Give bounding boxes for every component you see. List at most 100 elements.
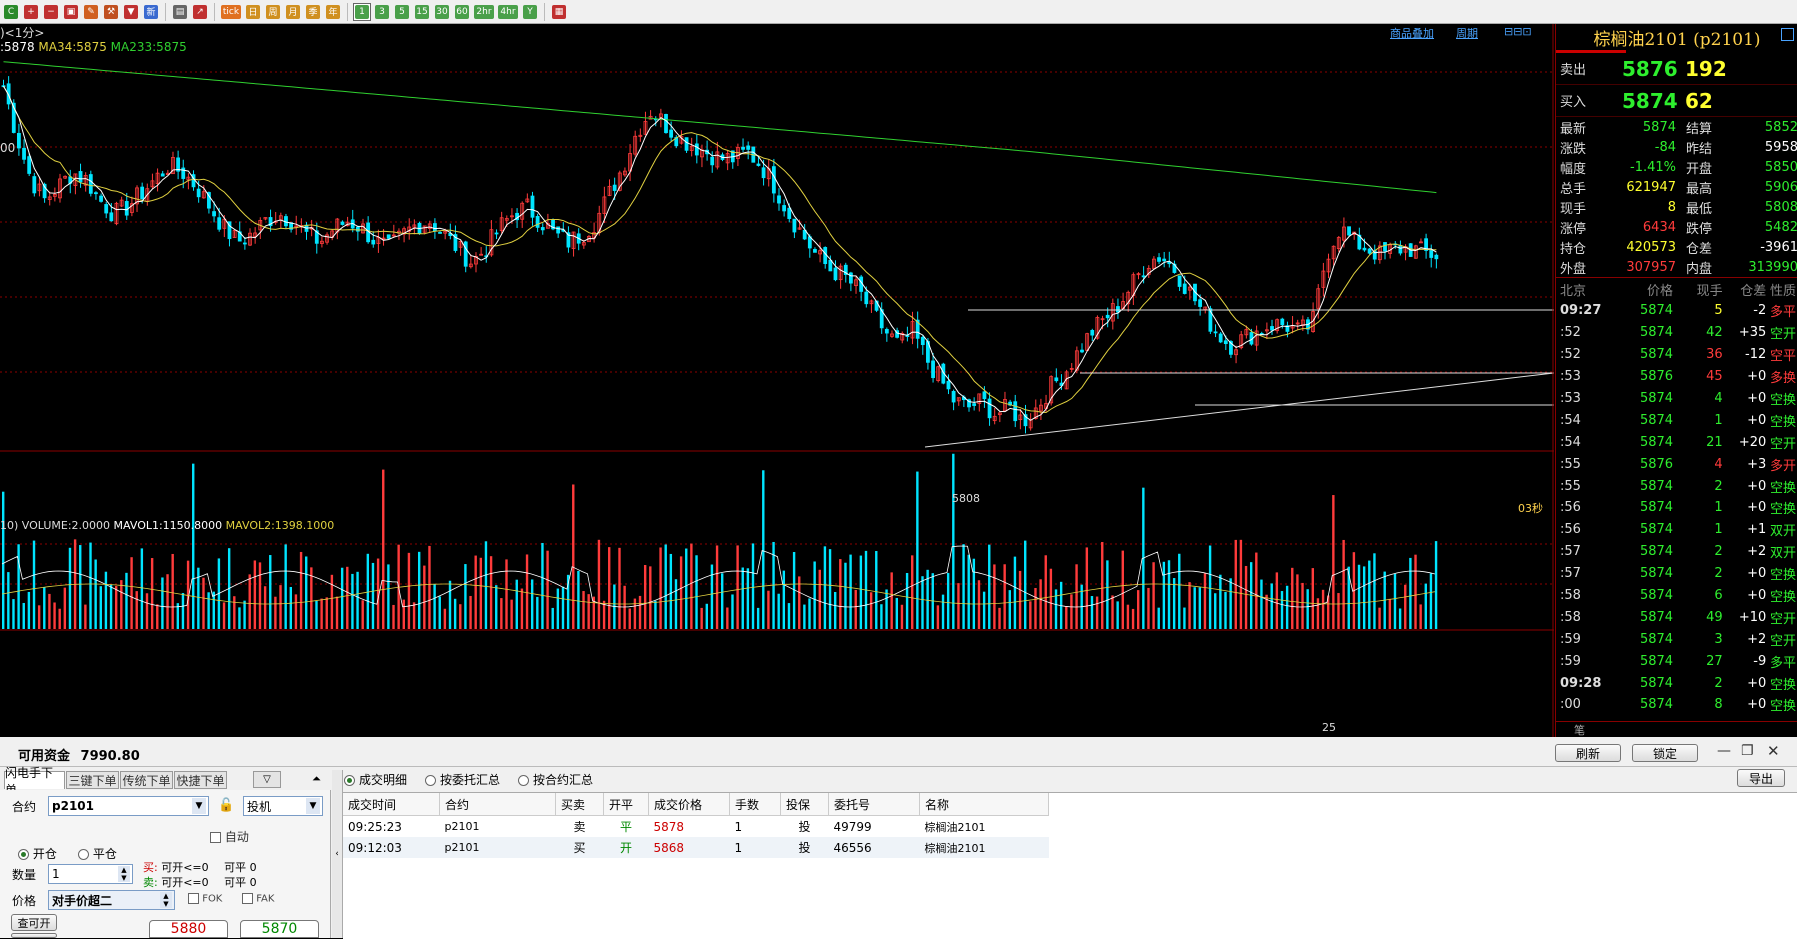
export-button[interactable]: 导出 (1737, 769, 1785, 787)
day-button[interactable]: 日 (244, 3, 262, 21)
period-link[interactable]: 周期 (1456, 25, 1478, 41)
fills-column-header[interactable]: 手数 (729, 793, 781, 816)
tick-row[interactable]: :59 5874 3 +2 空开 (1556, 628, 1797, 650)
table-row[interactable]: 09:25:23 p2101 卖 平 5878 1 投 49799 棕榈油2101 (343, 816, 1049, 838)
period-1m-button[interactable]: 1 (353, 2, 371, 21)
auto-checkbox-box[interactable] (210, 832, 221, 843)
open-radio-dot[interactable] (18, 849, 29, 860)
fill-tab[interactable]: 成交明细 (344, 771, 407, 788)
tick-row[interactable]: 09:27 5874 5 -2 多平 (1556, 300, 1797, 322)
check-open-button[interactable]: 查可开 (11, 914, 57, 931)
year-button[interactable]: 年 (324, 3, 342, 21)
period-4hr-button[interactable]: 4hr (497, 3, 519, 21)
period-3m-button[interactable]: 3 (373, 3, 391, 21)
order-tab[interactable]: 快捷下单 (174, 771, 227, 789)
fill-tab-radio[interactable] (518, 775, 530, 786)
filter-button[interactable]: ▼ (122, 3, 140, 21)
tick-row[interactable]: :57 5874 2 +2 双开 (1556, 541, 1797, 563)
overlay-link[interactable]: 商品叠加 (1390, 25, 1434, 41)
tick-row[interactable]: :56 5874 1 +1 双开 (1556, 519, 1797, 541)
period-5m-button[interactable]: 5 (393, 3, 411, 21)
period-30m-button[interactable]: 30 (433, 3, 451, 21)
tick-row[interactable]: 09:28 5874 2 +0 空换 (1556, 672, 1797, 694)
tick-row[interactable]: :53 5874 4 +0 空换 (1556, 388, 1797, 410)
fill-tab[interactable]: 按委托汇总 (425, 771, 500, 788)
fills-column-header[interactable]: 委托号 (828, 793, 920, 816)
week-button[interactable]: 周 (264, 3, 282, 21)
fills-column-header[interactable]: 名称 (919, 793, 1049, 816)
price-select[interactable]: 对手价超二 ▲ ▼ (48, 890, 175, 910)
qty-stepper[interactable]: ▲ ▼ (118, 866, 130, 882)
pencil-button[interactable]: ✎ (82, 3, 100, 21)
refresh-button[interactable]: 刷新 (1555, 744, 1621, 762)
season-button[interactable]: 季 (304, 3, 322, 21)
close-radio-dot[interactable] (78, 849, 89, 860)
tick-row[interactable]: :52 5874 42 +35 空开 (1556, 322, 1797, 344)
contract-select[interactable]: p2101 ▼ (48, 796, 209, 816)
restore-icon[interactable]: ❐ (1741, 743, 1754, 759)
next-button[interactable] (11, 933, 57, 938)
open-radio[interactable]: 开仓 (18, 845, 57, 862)
chart-canvas[interactable] (0, 24, 1554, 737)
month-button[interactable]: 月 (284, 3, 302, 21)
tick-row[interactable]: :56 5874 1 +0 空换 (1556, 497, 1797, 519)
tick-row[interactable]: :57 5874 2 +0 空换 (1556, 563, 1797, 585)
period-2hr-button[interactable]: 2hr (473, 3, 495, 21)
tick-row[interactable]: :59 5874 27 -9 多平 (1556, 650, 1797, 672)
tick-footer[interactable]: 笔 (1556, 721, 1797, 737)
fok-checkbox[interactable]: FOK (188, 893, 222, 905)
layout-toggle-icons[interactable]: ⊟⊟⊡ (1504, 25, 1532, 38)
fills-column-header[interactable]: 投保 (780, 793, 829, 816)
fills-column-header[interactable]: 开平 (603, 793, 649, 816)
fills-column-header[interactable]: 买卖 (555, 793, 604, 816)
line-chart-button[interactable]: ↗ (191, 3, 209, 21)
tick-row[interactable]: :54 5874 21 +20 空开 (1556, 431, 1797, 453)
table-row[interactable]: 09:12:03 p2101 买 开 5868 1 投 46556 棕榈油2101 (343, 837, 1049, 858)
fills-column-header[interactable]: 成交时间 (343, 793, 440, 816)
kline-chart[interactable]: )<1分> :5878 MA34:5875 MA233:5875 00 商品叠加… (0, 24, 1554, 737)
sell-price-button[interactable]: 5880 (149, 920, 228, 938)
bid-price[interactable]: 5874 (1622, 89, 1685, 113)
price-stepper[interactable]: ▲ ▼ (160, 892, 172, 908)
fill-tab[interactable]: 按合约汇总 (518, 771, 593, 788)
tick-row[interactable]: :58 5874 6 +0 空换 (1556, 585, 1797, 607)
fak-checkbox-box[interactable] (242, 893, 253, 904)
tick-row[interactable]: :55 5874 2 +0 空换 (1556, 475, 1797, 497)
collapse-icon[interactable]: ⏶ (312, 772, 321, 786)
tools-button[interactable]: ⚒ (102, 3, 120, 21)
order-tab[interactable]: 传统下单 (120, 771, 173, 789)
period-15m-button[interactable]: 15 (413, 3, 431, 21)
close-radio[interactable]: 平仓 (78, 845, 117, 862)
fak-checkbox[interactable]: FAK (242, 893, 274, 905)
tick-row[interactable]: :55 5876 4 +3 多开 (1556, 453, 1797, 475)
unlock-icon[interactable]: 🔓 (218, 798, 234, 813)
qty-input[interactable]: 1 ▲ ▼ (48, 864, 133, 884)
fill-tab-radio[interactable] (344, 775, 355, 786)
fok-checkbox-box[interactable] (188, 893, 199, 904)
window-button[interactable]: ▣ (62, 3, 80, 21)
buy-price-button[interactable]: 5870 (240, 920, 319, 938)
fill-tab-radio[interactable] (425, 775, 437, 786)
fills-column-header[interactable]: 成交价格 (648, 793, 730, 816)
tick-row[interactable]: :52 5874 36 -12 空平 (1556, 344, 1797, 366)
minimize-icon[interactable]: — (1717, 743, 1731, 759)
zoom-out-button[interactable]: − (42, 3, 60, 21)
auto-checkbox[interactable]: 自动 (210, 828, 249, 845)
lock-button[interactable]: 锁定 (1632, 744, 1698, 762)
close-icon[interactable]: ✕ (1767, 742, 1780, 760)
tab-more-icon[interactable]: ▽ (253, 771, 281, 788)
tick-button[interactable]: tick (220, 3, 242, 21)
chevron-down-icon[interactable]: ▼ (306, 798, 320, 814)
panel-toggle-icon[interactable] (1781, 28, 1794, 41)
tick-row[interactable]: :54 5874 1 +0 空换 (1556, 409, 1797, 431)
new-button[interactable]: 新 (142, 3, 160, 21)
table-button[interactable]: ▤ (171, 3, 189, 21)
order-tab[interactable]: 闪电手下单 (4, 766, 65, 797)
refresh-button[interactable]: C (2, 3, 20, 21)
fills-column-header[interactable]: 合约 (439, 793, 556, 816)
tick-list[interactable]: 09:27 5874 5 -2 多平:52 5874 42 +35 空开:52 5874 36 -12… (1556, 300, 1797, 716)
ask-price[interactable]: 5876 (1622, 57, 1685, 81)
order-tab[interactable]: 三键下单 (66, 771, 119, 789)
zoom-in-button[interactable]: + (22, 3, 40, 21)
tick-row[interactable]: :58 5874 49 +10 空开 (1556, 606, 1797, 628)
